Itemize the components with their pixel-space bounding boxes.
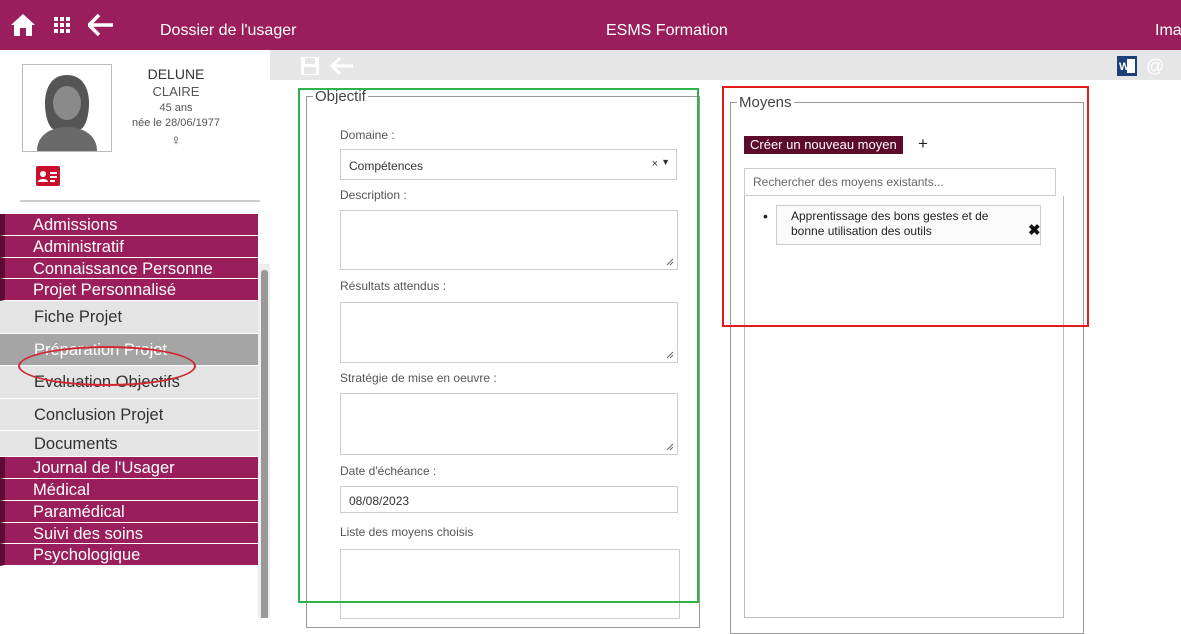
sidebar-item-fiche-projet[interactable]: Fiche Projet xyxy=(0,301,258,334)
breadcrumb: Dossier de l'usager xyxy=(160,22,297,39)
highlight-box-green xyxy=(298,88,699,603)
separator xyxy=(20,200,260,202)
female-avatar-icon xyxy=(37,75,97,151)
patient-age: 45 ans xyxy=(159,102,193,114)
save-icon[interactable] xyxy=(300,56,320,76)
svg-text:@: @ xyxy=(1146,56,1164,76)
sidebar-item-administratif[interactable]: Administratif xyxy=(0,235,258,258)
patient-card: DELUNE CLAIRE 45 ans née le 28/06/1977 ♀ xyxy=(0,50,270,200)
top-bar: Dossier de l'usager ESMS Formation Imag xyxy=(0,0,1181,50)
patient-birthdate: née le 28/06/1977 xyxy=(131,117,221,129)
highlight-ellipse xyxy=(18,346,196,386)
sidebar-item-connaissance-personne[interactable]: Connaissance Personne xyxy=(0,257,258,280)
sidebar-item-projet-personnalise[interactable]: Projet Personnalisé xyxy=(0,279,258,302)
email-icon[interactable]: @ xyxy=(1145,55,1167,77)
sidebar-scrollbar[interactable] xyxy=(258,264,270,618)
toolbar: W @ xyxy=(270,50,1181,80)
sidebar-item-conclusion-projet[interactable]: Conclusion Projet xyxy=(0,398,258,432)
id-card-icon[interactable] xyxy=(36,166,60,186)
sidebar-item-psychologique[interactable]: Psychologique xyxy=(0,544,258,567)
sidebar-menu: Admissions Administratif Connaissance Pe… xyxy=(0,214,258,567)
sidebar-item-paramedical[interactable]: Paramédical xyxy=(0,500,258,523)
avatar xyxy=(22,64,112,152)
sidebar-item-suivi-soins[interactable]: Suivi des soins xyxy=(0,522,258,545)
sidebar: DELUNE CLAIRE 45 ans née le 28/06/1977 ♀… xyxy=(0,50,270,618)
scrollbar-thumb[interactable] xyxy=(261,270,268,618)
sidebar-item-admissions[interactable]: Admissions xyxy=(0,214,258,236)
svg-text:W: W xyxy=(1119,61,1130,73)
highlight-box-red xyxy=(722,86,1089,327)
female-symbol-icon: ♀ xyxy=(170,132,182,149)
word-export-icon[interactable]: W xyxy=(1117,56,1137,76)
patient-firstname: CLAIRE xyxy=(152,84,200,99)
sidebar-item-journal-usager[interactable]: Journal de l'Usager xyxy=(0,457,258,479)
patient-lastname: DELUNE xyxy=(147,66,205,82)
sidebar-item-documents[interactable]: Documents xyxy=(0,431,258,458)
back-arrow-icon[interactable] xyxy=(88,14,114,36)
home-icon[interactable] xyxy=(10,12,36,38)
app-title: ESMS Formation xyxy=(606,22,728,39)
back-arrow-icon[interactable] xyxy=(330,56,354,76)
topbar-right-link[interactable]: Imag xyxy=(1155,22,1181,40)
apps-grid-icon[interactable] xyxy=(54,17,70,33)
sidebar-item-medical[interactable]: Médical xyxy=(0,478,258,501)
